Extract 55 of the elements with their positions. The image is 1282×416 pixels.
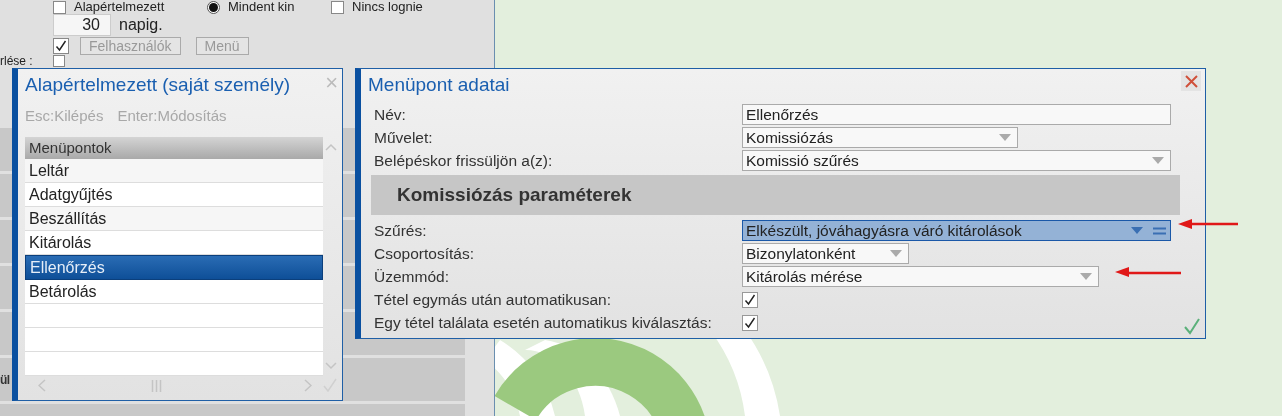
scroll-left-icon[interactable] bbox=[38, 379, 46, 392]
field-label: Csoportosítás: bbox=[374, 244, 475, 263]
list-item[interactable]: Kitárolás bbox=[25, 231, 323, 255]
text-field[interactable]: Ellenőrzés bbox=[742, 104, 1171, 125]
list-item[interactable]: Ellenőrzés bbox=[25, 255, 323, 280]
days-unit-label: napig. bbox=[119, 16, 163, 34]
checkbox[interactable] bbox=[742, 291, 758, 308]
list-icon[interactable] bbox=[1153, 226, 1166, 235]
option-label: Nincs lognie bbox=[352, 0, 423, 14]
list-item[interactable]: Leltár bbox=[25, 159, 323, 183]
field-label: rlése : bbox=[0, 55, 33, 68]
dropdown-caret-icon[interactable] bbox=[1080, 273, 1092, 280]
dialog-title: Alapértelmezett (saját személy) bbox=[25, 74, 291, 96]
option-label: Alapértelmezett bbox=[74, 0, 165, 14]
checkbox[interactable] bbox=[53, 55, 65, 67]
shortcut-hint: Esc:Kilépés bbox=[25, 107, 104, 124]
dropdown-field[interactable]: Elkészült, jóváhagyásra váró kitárolások bbox=[742, 220, 1171, 241]
field-label: Egy tétel találata esetén automatikus kiválasztás: bbox=[374, 313, 713, 332]
dropdown-field[interactable]: Komissió szűrés bbox=[742, 150, 1171, 171]
scroll-down-icon[interactable] bbox=[325, 362, 337, 370]
dropdown-caret-icon[interactable] bbox=[1152, 157, 1164, 164]
column-header: Menüpontok bbox=[25, 137, 323, 159]
dropdown-caret-icon[interactable] bbox=[890, 250, 902, 257]
scroll-up-icon[interactable] bbox=[325, 143, 337, 151]
dropdown-field[interactable]: Kitárolás mérése bbox=[742, 266, 1099, 287]
list-item[interactable]: Betárolás bbox=[25, 280, 323, 304]
field-label: Név: bbox=[374, 105, 407, 124]
annotation-arrow bbox=[1178, 218, 1239, 230]
close-button[interactable] bbox=[1181, 71, 1201, 91]
list-item[interactable]: Beszállítás bbox=[25, 207, 323, 231]
field-label: Szűrés: bbox=[374, 221, 428, 240]
dropdown-field[interactable]: Komissiózás bbox=[742, 127, 1018, 148]
checkbox[interactable] bbox=[742, 314, 758, 331]
dropdown-field[interactable]: Bizonylatonként bbox=[742, 243, 909, 264]
confirm-check-icon[interactable] bbox=[1183, 317, 1201, 335]
checkbox[interactable] bbox=[53, 38, 69, 54]
field-label: Belépéskor frissüljön a(z): bbox=[374, 151, 554, 170]
radio-button[interactable] bbox=[207, 0, 220, 14]
shortcut-hint: Enter:Módosítás bbox=[117, 107, 227, 124]
checkbox[interactable] bbox=[331, 0, 344, 14]
dialog-title: Menüpont adatai bbox=[368, 74, 510, 96]
option-label: Mindent kin bbox=[228, 0, 295, 14]
field-label: Üzemmód: bbox=[374, 267, 450, 286]
field-label: Tétel egymás után automatikusan: bbox=[374, 290, 612, 309]
dropdown-caret-icon[interactable] bbox=[999, 134, 1011, 141]
field-label: Művelet: bbox=[374, 128, 434, 147]
annotation-arrow bbox=[1115, 266, 1182, 278]
row-label: ül bbox=[0, 372, 10, 387]
dropdown-caret-icon[interactable] bbox=[1131, 227, 1143, 234]
scroll-right-icon[interactable] bbox=[304, 379, 312, 392]
scroll-thumb-icon[interactable] bbox=[151, 380, 162, 392]
list-item[interactable]: Adatgyűjtés bbox=[25, 183, 323, 207]
checkbox[interactable] bbox=[53, 0, 66, 14]
section-title: Komissiózás paraméterek bbox=[397, 184, 632, 206]
days-field[interactable]: 30 bbox=[53, 14, 111, 36]
